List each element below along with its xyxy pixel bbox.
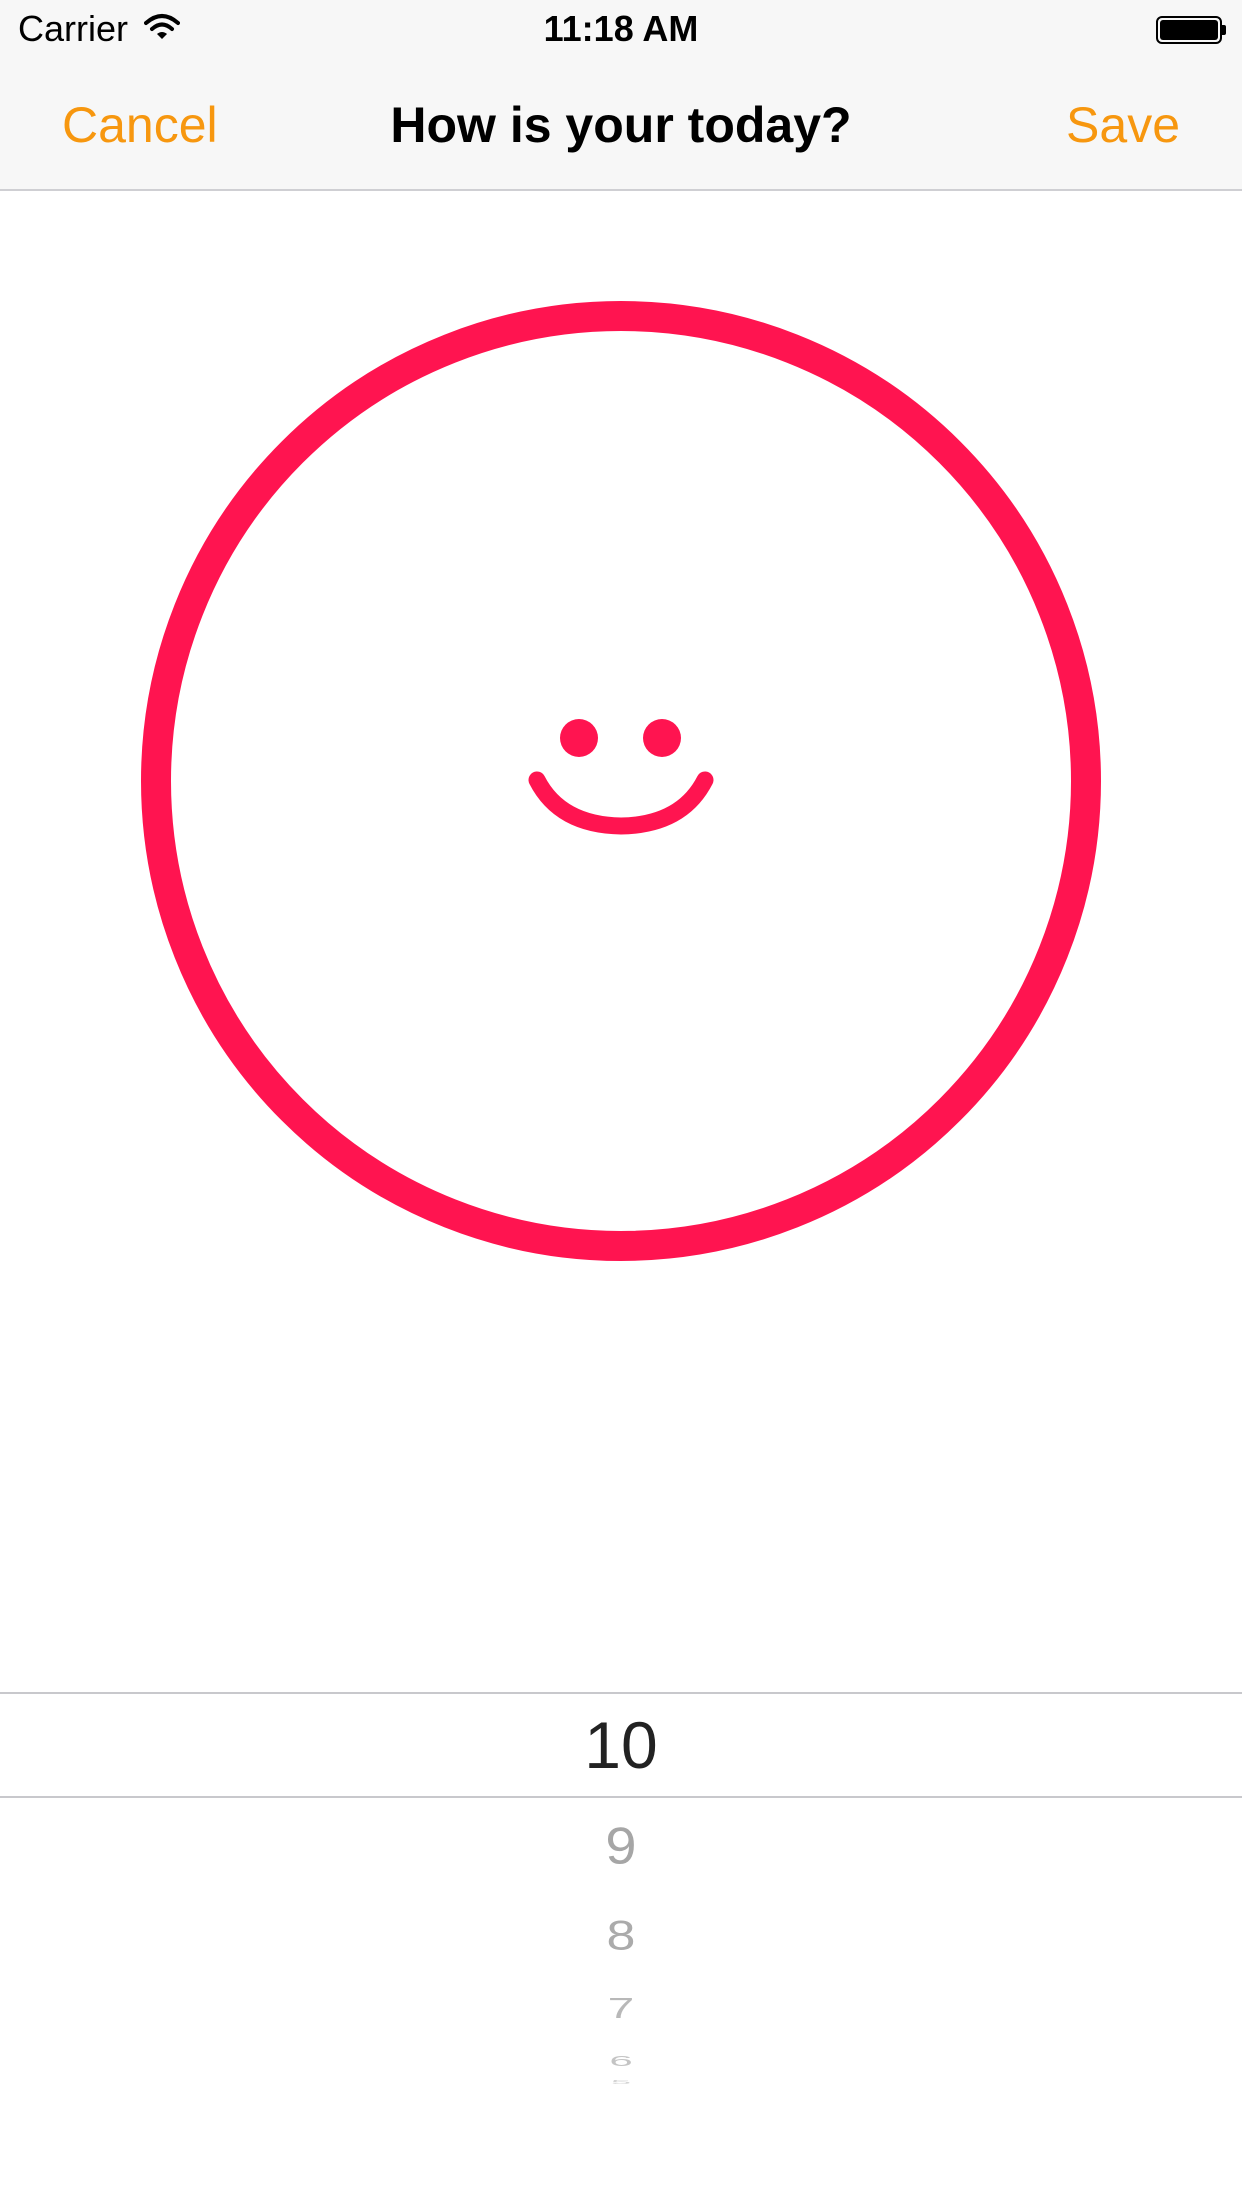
picker-top-divider	[0, 1692, 1242, 1694]
picker-selected-value[interactable]: 10	[0, 1712, 1242, 1778]
picker-option[interactable]: 8	[0, 1915, 1242, 1957]
navigation-bar: Cancel How is your today? Save	[0, 60, 1242, 191]
left-eye	[560, 719, 598, 757]
smiley-face-icon	[140, 300, 1102, 1262]
picker-option[interactable]: 6	[0, 2053, 1242, 2069]
status-bar: Carrier 11:18 AM	[0, 0, 1242, 60]
screen: Carrier 11:18 AM Cancel How is your toda…	[0, 0, 1242, 2208]
battery-icon	[1156, 16, 1226, 44]
status-time: 11:18 AM	[543, 8, 699, 49]
picker-option[interactable]: 7	[0, 1994, 1242, 2024]
picker-option[interactable]: 9	[0, 1820, 1242, 1872]
page-title: How is your today?	[390, 97, 852, 153]
save-button[interactable]: Save	[1066, 96, 1180, 154]
mouth	[528, 771, 714, 835]
rating-picker[interactable]: 10 9 8 7 6 5	[0, 1600, 1242, 2208]
picker-bottom-divider	[0, 1796, 1242, 1798]
face-outline	[141, 301, 1101, 1261]
right-eye	[643, 719, 681, 757]
picker-option[interactable]: 5	[0, 2079, 1242, 2084]
